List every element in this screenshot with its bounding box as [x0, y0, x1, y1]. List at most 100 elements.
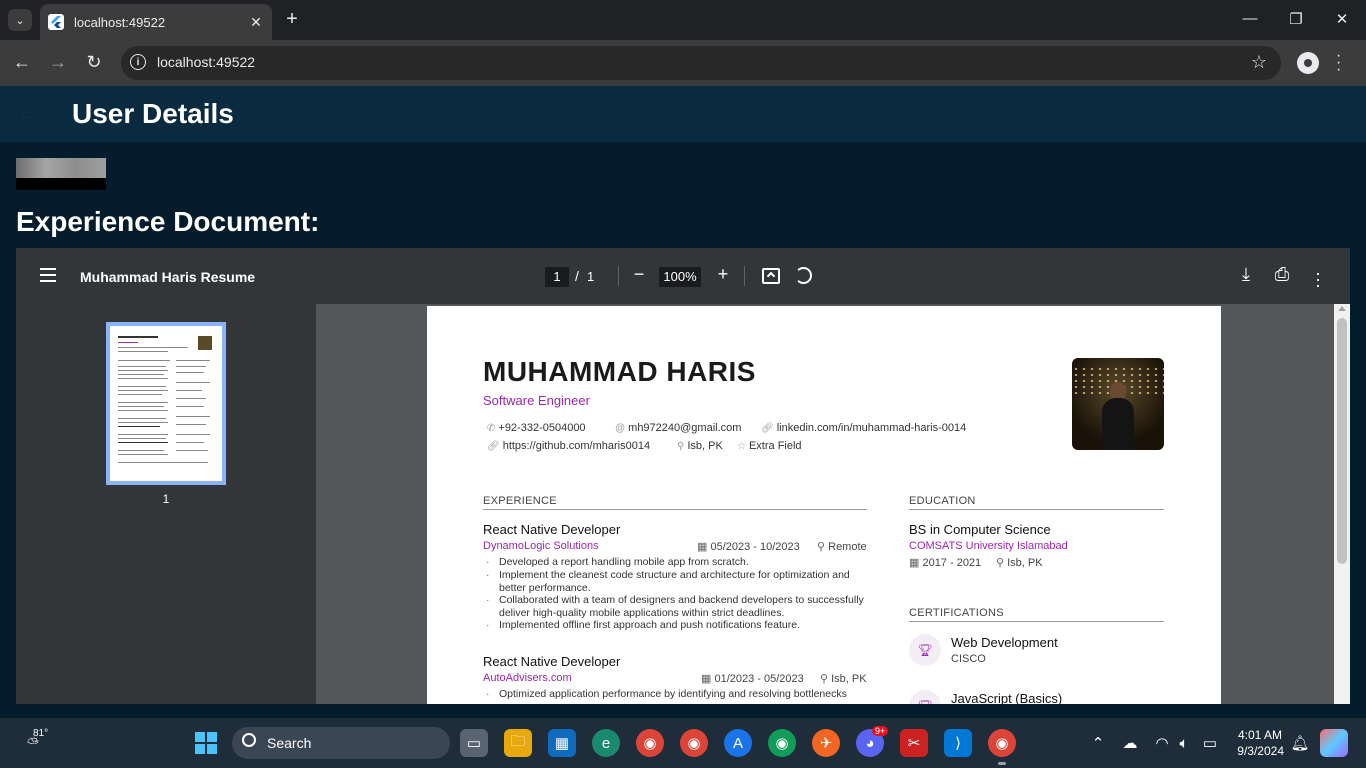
- forward-icon[interactable]: →: [48, 52, 68, 73]
- taskbar-search[interactable]: Search: [232, 727, 450, 759]
- profile-avatar-icon[interactable]: [1297, 52, 1319, 74]
- link-icon: 🔗︎: [487, 441, 500, 452]
- bookmark-star-icon[interactable]: ☆: [1251, 52, 1267, 73]
- contact-phone: ✆ +92-332-0504000: [487, 422, 586, 434]
- app-store-icon[interactable]: A: [724, 729, 752, 757]
- experience-heading: EXPERIENCE: [483, 495, 557, 507]
- copilot-icon[interactable]: [1320, 729, 1348, 757]
- fit-to-page-icon[interactable]: [762, 268, 780, 284]
- pdf-scrollbar[interactable]: [1334, 304, 1350, 704]
- resume-role: Software Engineer: [483, 393, 590, 408]
- page-number-input[interactable]: 1: [545, 267, 569, 287]
- site-info-icon[interactable]: i: [130, 54, 146, 70]
- weather-temp: 81°: [33, 728, 49, 739]
- app-back-icon[interactable]: ←: [18, 104, 36, 125]
- chrome-profile-icon[interactable]: ◉: [768, 729, 796, 757]
- job-company: DynamoLogic Solutions: [483, 540, 599, 552]
- close-window-icon[interactable]: ✕: [1332, 10, 1352, 28]
- zoom-out-icon[interactable]: −: [627, 264, 651, 285]
- job-company: AutoAdvisers.com: [483, 672, 572, 684]
- job-location: ⚲ Remote: [817, 541, 867, 553]
- app-viewport: ← User Details Experience Document: Muha…: [0, 86, 1366, 718]
- education-dates: ▦ 2017 - 2021: [909, 557, 982, 569]
- calendar-icon: ▦: [697, 541, 711, 553]
- pdf-viewer: Muhammad Haris Resume 1 / 1 − 100% + ⤓ ⎙…: [16, 248, 1350, 704]
- search-icon: [242, 733, 256, 747]
- browser-tab[interactable]: localhost:49522 ✕: [40, 4, 272, 40]
- job-location: ⚲ Isb, PK: [820, 673, 867, 685]
- job-bullet: · Developed a report handling mobile app …: [486, 556, 749, 568]
- tab-title: localhost:49522: [74, 14, 166, 30]
- browser-tab-strip: ⌄ localhost:49522 ✕ + — ❐ ✕: [0, 0, 1366, 40]
- tab-search-button[interactable]: ⌄: [8, 9, 32, 31]
- microsoft-store-icon[interactable]: ▦: [548, 729, 576, 757]
- page-total: 1: [587, 269, 595, 284]
- zoom-input[interactable]: 100%: [659, 267, 701, 287]
- onedrive-icon[interactable]: ☁: [1116, 729, 1144, 757]
- close-tab-icon[interactable]: ✕: [248, 14, 264, 31]
- chrome-profile-icon[interactable]: ◉: [680, 729, 708, 757]
- battery-icon[interactable]: ▭: [1196, 729, 1224, 757]
- job-bullet: · Implemented offline first approach and …: [486, 619, 800, 631]
- task-view-icon[interactable]: ▭: [460, 729, 488, 757]
- certification-issuer: CISCO: [951, 653, 986, 665]
- page-thumbnail[interactable]: [106, 322, 226, 485]
- edge-icon[interactable]: e: [592, 729, 620, 757]
- calendar-icon: ▦: [701, 673, 715, 685]
- minimize-icon[interactable]: —: [1240, 10, 1260, 27]
- map-pin-icon: ⚲: [817, 541, 829, 553]
- link-icon: 🔗︎: [761, 423, 774, 434]
- chrome-profile-icon[interactable]: ◉: [636, 729, 664, 757]
- clock-time[interactable]: 4:01 AM: [1228, 728, 1282, 742]
- url-text[interactable]: localhost:49522: [157, 54, 255, 70]
- file-explorer-icon[interactable]: 🗀: [504, 729, 532, 757]
- trophy-icon: 🏆︎: [909, 690, 941, 704]
- divider: [909, 621, 1164, 622]
- pdf-more-icon[interactable]: · · ·: [1306, 264, 1330, 294]
- show-hidden-icons-icon[interactable]: ⌃: [1084, 729, 1112, 757]
- page-separator: /: [575, 268, 579, 284]
- job-bullet: · Implement the cleanest code structure a…: [486, 569, 850, 594]
- education-heading: EDUCATION: [909, 495, 976, 507]
- zoom-in-icon[interactable]: +: [711, 264, 735, 285]
- print-icon[interactable]: ⎙: [1270, 264, 1294, 285]
- clock-date[interactable]: 9/3/2024: [1228, 744, 1284, 758]
- divider: [483, 509, 867, 510]
- pdf-file-title: Muhammad Haris Resume: [80, 269, 256, 285]
- chrome-icon[interactable]: ◉: [988, 729, 1016, 765]
- browser-menu-icon[interactable]: · · ·: [1336, 48, 1341, 78]
- toolbar-divider: [618, 266, 619, 286]
- page-title: User Details: [72, 98, 234, 129]
- start-icon[interactable]: [192, 729, 220, 757]
- resume-profile-photo: [1072, 358, 1164, 450]
- user-image-thumbnail[interactable]: [16, 158, 106, 190]
- download-icon[interactable]: ⤓: [1234, 264, 1258, 285]
- new-tab-button[interactable]: +: [284, 8, 300, 31]
- map-pin-icon: ⚲: [820, 673, 832, 685]
- pdf-menu-icon[interactable]: [40, 268, 56, 282]
- job-bullet: · Collaborated with a team of designers a…: [486, 594, 864, 619]
- education-degree: BS in Computer Science: [909, 522, 1051, 537]
- volume-icon[interactable]: 🔈︎: [1170, 729, 1198, 757]
- job-dates: ▦ 05/2023 - 10/2023: [697, 541, 800, 553]
- contact-github: 🔗︎ https://github.com/mharis0014: [487, 440, 651, 452]
- address-bar[interactable]: i localhost:49522 ☆: [121, 46, 1281, 80]
- snipping-tool-icon[interactable]: ✂: [900, 729, 928, 757]
- back-icon[interactable]: ←: [12, 52, 32, 73]
- certifications-heading: CERTIFICATIONS: [909, 607, 1004, 619]
- restore-icon[interactable]: ❐: [1286, 10, 1306, 28]
- contact-extra: ☆ Extra Field: [737, 440, 802, 452]
- app-bar: ← User Details: [0, 86, 1366, 142]
- job-bullet: · Optimized application performance by id…: [486, 688, 847, 700]
- postman-icon[interactable]: ✈: [812, 729, 840, 757]
- browser-toolbar: ← → ↻ i localhost:49522 ☆ · · ·: [0, 40, 1366, 86]
- contact-location: ⚲ Isb, PK: [677, 440, 723, 452]
- vscode-icon[interactable]: ⟩: [944, 729, 972, 757]
- notifications-bell-icon[interactable]: 🔔︎: [1286, 729, 1314, 757]
- star-icon: ☆: [737, 441, 746, 452]
- discord-badge: 9+: [872, 726, 889, 736]
- rotate-icon[interactable]: [795, 267, 812, 284]
- reload-icon[interactable]: ↻: [84, 52, 104, 73]
- certification-name: Web Development: [951, 635, 1058, 650]
- contact-email: @ mh972240@gmail.com: [615, 422, 742, 434]
